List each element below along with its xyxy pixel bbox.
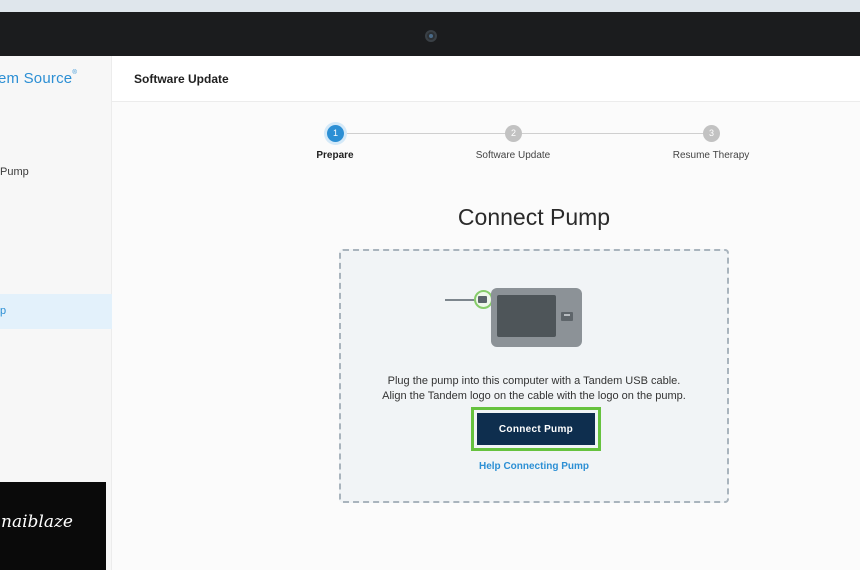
step-1-indicator: 1 bbox=[327, 125, 344, 142]
stepper-connector bbox=[344, 133, 514, 134]
connect-pump-panel: Plug the pump into this computer with a … bbox=[339, 249, 729, 503]
connect-pump-button[interactable]: Connect Pump bbox=[477, 413, 595, 445]
webcam-icon bbox=[425, 30, 437, 42]
connect-pump-heading: Connect Pump bbox=[457, 204, 611, 230]
watermark-text: naiblaze bbox=[1, 512, 73, 532]
step-2-label: Software Update bbox=[475, 150, 551, 161]
sidebar-item-label: p bbox=[0, 305, 7, 317]
step-1-label: Prepare bbox=[316, 150, 354, 161]
app-window: em Source® Pump p Software Update 1 Prep… bbox=[0, 56, 860, 570]
stepper-connector bbox=[522, 133, 704, 134]
pump-screen-icon bbox=[497, 295, 556, 337]
instruction-line: Align the Tandem logo on the cable with … bbox=[382, 390, 686, 402]
pump-logo-icon bbox=[561, 312, 573, 321]
connect-instructions: Plug the pump into this computer with a … bbox=[341, 374, 727, 404]
brand-mark: ® bbox=[72, 70, 77, 76]
page-header: Software Update bbox=[112, 56, 860, 102]
main-content: Software Update 1 Prepare 2 Software Upd… bbox=[112, 56, 860, 570]
step-2-indicator: 2 bbox=[505, 125, 522, 142]
page-title: Software Update bbox=[134, 72, 229, 86]
brand-logo: em Source® bbox=[0, 70, 77, 87]
background-strip bbox=[0, 0, 860, 12]
step-3-indicator: 3 bbox=[703, 125, 720, 142]
sidebar-item-active[interactable]: p bbox=[0, 294, 112, 329]
usb-plug-icon bbox=[478, 296, 487, 303]
instruction-line: Plug the pump into this computer with a … bbox=[387, 375, 681, 387]
watermark-badge: naiblaze bbox=[0, 482, 106, 570]
sidebar-item-pump[interactable]: Pump bbox=[0, 166, 29, 178]
insulin-pump-icon bbox=[491, 288, 582, 347]
help-connecting-pump-link[interactable]: Help Connecting Pump bbox=[341, 461, 727, 472]
step-3-label: Resume Therapy bbox=[672, 150, 750, 161]
brand-name: em Source bbox=[0, 70, 73, 87]
progress-stepper: 1 Prepare 2 Software Update 3 Resume The… bbox=[112, 122, 860, 166]
